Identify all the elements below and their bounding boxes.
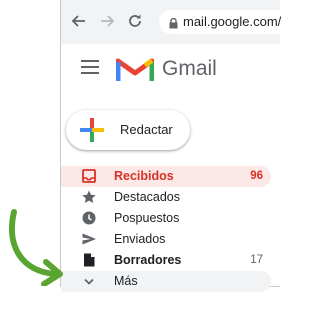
folder-starred[interactable]: Destacados	[61, 187, 271, 208]
draft-count: 17	[250, 254, 263, 266]
folder-drafts[interactable]: Borradores 17	[61, 250, 271, 271]
gmail-window: mail.google.com/ Gmail Redactar Recibido…	[60, 0, 291, 292]
draft-icon	[81, 252, 97, 268]
browser-toolbar: mail.google.com/	[61, 0, 291, 44]
folder-label: Más	[114, 274, 138, 288]
unread-count: 96	[250, 170, 263, 182]
green-pointer-arrow	[9, 209, 63, 286]
url-text: mail.google.com/	[183, 14, 282, 29]
folder-label: Enviados	[114, 232, 166, 246]
folder-label: Destacados	[114, 190, 181, 204]
arrow-right-icon[interactable]	[99, 13, 115, 29]
hamburger-menu-icon[interactable]	[81, 60, 99, 74]
chevron-down-icon	[81, 273, 97, 289]
star-icon	[81, 189, 97, 205]
compose-button[interactable]: Redactar	[66, 110, 190, 150]
folder-label: Pospuestos	[114, 211, 180, 225]
folder-inbox[interactable]: Recibidos 96	[61, 166, 271, 187]
folder-label: Borradores	[114, 253, 182, 267]
clock-icon	[81, 210, 97, 226]
folder-snoozed[interactable]: Pospuestos	[61, 208, 271, 229]
send-icon	[81, 231, 97, 247]
inbox-icon	[81, 168, 97, 184]
reload-icon[interactable]	[127, 13, 143, 29]
folder-label: Recibidos	[114, 169, 174, 183]
folder-sent[interactable]: Enviados	[61, 229, 271, 250]
lock-icon	[169, 16, 178, 34]
gmail-logo-text: Gmail	[162, 57, 217, 80]
plus-icon	[80, 118, 104, 147]
address-bar[interactable]: mail.google.com/	[159, 10, 291, 34]
folder-more[interactable]: Más	[61, 271, 271, 292]
arrow-left-icon[interactable]	[71, 13, 87, 29]
compose-label: Redactar	[120, 122, 173, 137]
gmail-m-logo	[115, 55, 155, 88]
